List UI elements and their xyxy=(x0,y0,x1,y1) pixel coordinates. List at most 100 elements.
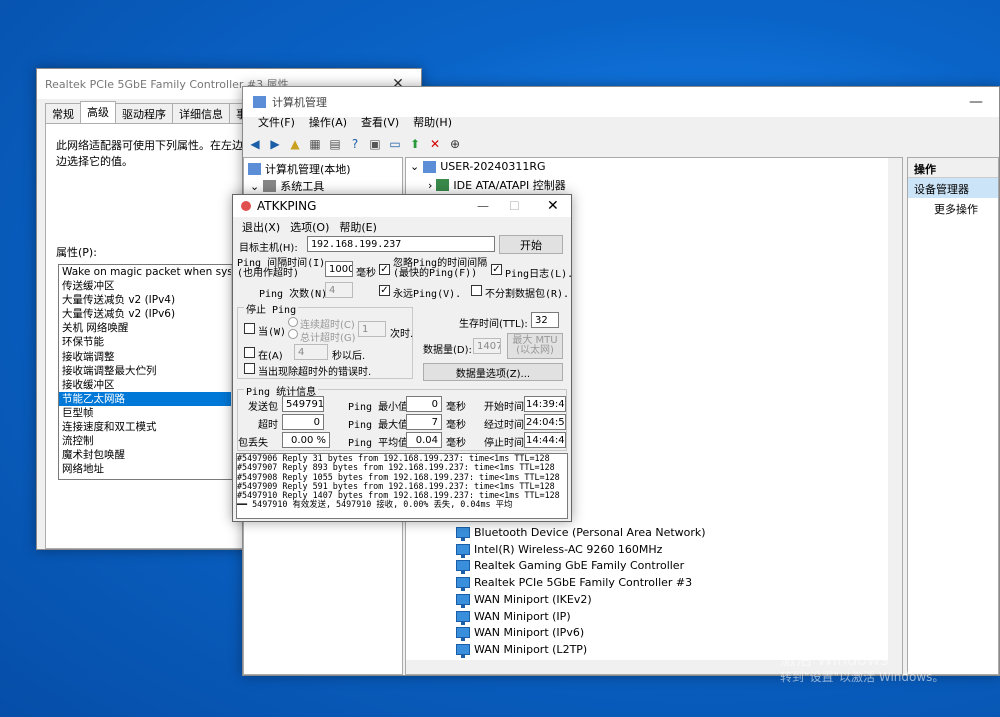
at-checkbox[interactable] xyxy=(244,347,255,358)
total-timeout-radio[interactable] xyxy=(288,329,298,339)
tab-advanced[interactable]: 高级 xyxy=(80,101,116,123)
maximize-icon[interactable]: ☐ xyxy=(509,199,520,213)
network-adapter-item[interactable]: WAN Miniport (L2TP) xyxy=(456,643,587,658)
property-item[interactable]: 环保节能 xyxy=(59,335,243,349)
timeout-count-input[interactable]: 1 xyxy=(358,321,386,337)
start-button[interactable]: 开始 xyxy=(499,235,563,254)
back-icon[interactable]: ◀ xyxy=(247,136,263,152)
chevron-right-icon: › xyxy=(428,178,433,192)
update-driver-icon[interactable]: ⬆ xyxy=(407,136,423,152)
network-adapter-item[interactable]: WAN Miniport (IKEv2) xyxy=(456,593,592,608)
view-icon[interactable]: ▣ xyxy=(367,136,383,152)
network-adapter-icon xyxy=(456,543,470,558)
property-list[interactable]: Wake on magic packet when syst 传送缓冲区 大量传送减… xyxy=(58,264,244,480)
app-icon xyxy=(241,201,251,211)
actions-header: 操作 xyxy=(908,158,998,178)
uninstall-icon[interactable]: ✕ xyxy=(427,136,443,152)
atkkping-window: ATKKPING — ☐ ✕ 退出(X) 选项(O) 帮助(E) 目标主机(H)… xyxy=(232,194,573,522)
device-list-scrollbar[interactable] xyxy=(888,158,902,660)
error-checkbox[interactable] xyxy=(244,363,255,374)
activation-watermark: 激活 Windows xyxy=(780,650,889,669)
device-root[interactable]: ⌄ USER-20240311RG xyxy=(410,160,546,173)
stop-time-label: 停止时间 xyxy=(484,438,524,449)
at-label: 在(A) xyxy=(258,351,283,362)
minimize-icon[interactable]: — xyxy=(477,199,489,213)
network-adapter-item[interactable]: Bluetooth Device (Personal Area Network) xyxy=(456,526,706,541)
network-adapter-item[interactable]: WAN Miniport (IPv6) xyxy=(456,626,584,642)
stop-time-value: 14:44:47 xyxy=(524,432,566,448)
property-item[interactable]: 接收缓冲区 xyxy=(59,378,243,392)
tools-icon xyxy=(263,180,277,192)
max-unit: 毫秒 xyxy=(446,420,466,431)
consecutive-timeout-radio[interactable] xyxy=(288,317,298,327)
max-label: Ping 最大值 xyxy=(348,420,409,431)
property-item[interactable]: 大量传送减负 v2 (IPv4) xyxy=(59,293,243,307)
ttl-input[interactable]: 32 xyxy=(531,312,559,328)
up-folder-icon[interactable]: ▲ xyxy=(287,136,303,152)
data-options-button[interactable]: 数据量选项(Z)... xyxy=(423,363,563,381)
tab-details[interactable]: 详细信息 xyxy=(172,103,230,123)
forever-checkbox[interactable]: ✓ xyxy=(379,285,390,296)
property-item[interactable]: 流控制 xyxy=(59,434,243,448)
network-adapter-label: Bluetooth Device (Personal Area Network) xyxy=(474,526,706,539)
error-label: 当出现除超时外的错误时. xyxy=(258,367,372,378)
ping-log[interactable]: #5497906 Reply 31 bytes from 192.168.199… xyxy=(236,453,568,519)
menu-file[interactable]: 文件(F) xyxy=(251,111,302,131)
scan-hardware-icon[interactable]: ⊕ xyxy=(447,136,463,152)
menu-action[interactable]: 操作(A) xyxy=(302,111,354,131)
target-host-input[interactable]: 192.168.199.237 xyxy=(307,236,495,252)
properties-icon[interactable]: ▤ xyxy=(327,136,343,152)
max-mtu-button[interactable]: 最大 MTU (以太网) xyxy=(507,333,563,359)
interval-input[interactable]: 1000 xyxy=(325,261,353,277)
actions-more[interactable]: 更多操作 xyxy=(908,198,998,217)
help-icon[interactable]: ? xyxy=(347,136,363,152)
property-item[interactable]: 网络地址 xyxy=(59,462,243,476)
network-adapter-item[interactable]: Realtek PCIe 5GbE Family Controller #3 xyxy=(456,576,692,592)
forward-icon[interactable]: ▶ xyxy=(267,136,283,152)
no-fragment-checkbox[interactable] xyxy=(471,285,482,296)
device-ide[interactable]: › IDE ATA/ATAPI 控制器 xyxy=(428,177,566,193)
count-input[interactable]: 4 xyxy=(325,282,353,298)
tab-driver[interactable]: 驱动程序 xyxy=(115,103,173,123)
network-adapter-item[interactable]: Realtek Gaming GbE Family Controller xyxy=(456,559,684,575)
timeout-label: 超时 xyxy=(258,420,278,431)
close-icon[interactable]: ✕ xyxy=(547,198,559,214)
when-checkbox[interactable] xyxy=(244,323,255,334)
property-item[interactable]: 关机 网络唤醒 xyxy=(59,321,243,335)
property-item[interactable]: Wake on magic packet when syst xyxy=(59,265,243,279)
property-item[interactable]: 接收端调整最大伫列 xyxy=(59,364,243,378)
menu-options[interactable]: 选项(O) xyxy=(285,217,334,237)
actions-device-manager[interactable]: 设备管理器 xyxy=(908,178,998,198)
forever-label: 永远Ping(V). xyxy=(393,289,462,300)
network-adapter-icon xyxy=(456,610,470,625)
property-item[interactable]: 节能乙太网路 xyxy=(59,391,243,406)
chevron-down-icon: ⌄ xyxy=(410,160,420,173)
menu-view[interactable]: 查看(V) xyxy=(354,111,406,131)
computer-icon xyxy=(248,163,261,175)
monitor-icon[interactable]: ▭ xyxy=(387,136,403,152)
tree-system-tools[interactable]: ⌄ 系统工具 xyxy=(250,178,324,194)
property-item[interactable]: 大量传送减负 v2 (IPv6) xyxy=(59,307,243,321)
property-item[interactable]: 巨型帧 xyxy=(59,406,243,420)
cm-minimize-button[interactable]: — xyxy=(953,87,999,117)
ping-log-checkbox[interactable]: ✓ xyxy=(491,264,502,275)
data-label: 数据量(D): xyxy=(423,345,472,356)
property-item[interactable]: 魔术封包唤醒 xyxy=(59,448,243,462)
property-item[interactable]: 传送缓冲区 xyxy=(59,279,243,293)
network-adapter-item[interactable]: WAN Miniport (IP) xyxy=(456,610,571,625)
menu-exit[interactable]: 退出(X) xyxy=(237,217,285,237)
data-input[interactable]: 1407 xyxy=(473,338,501,354)
ignore-interval-checkbox[interactable]: ✓ xyxy=(379,264,390,275)
menu-help[interactable]: 帮助(E) xyxy=(334,217,382,237)
min-value: 0 xyxy=(406,396,442,412)
property-item[interactable]: 连接速度和双工模式 xyxy=(59,420,243,434)
tree-root-label: 计算机管理(本地) xyxy=(265,163,351,176)
network-adapter-item[interactable]: Intel(R) Wireless-AC 9260 160MHz xyxy=(456,543,662,558)
tab-general[interactable]: 常规 xyxy=(45,103,81,123)
show-tree-icon[interactable]: ▦ xyxy=(307,136,323,152)
tree-root[interactable]: 计算机管理(本地) xyxy=(248,161,351,177)
network-adapter-icon xyxy=(456,627,470,642)
seconds-input[interactable]: 4 xyxy=(294,344,328,360)
menu-help[interactable]: 帮助(H) xyxy=(406,111,459,131)
property-item[interactable]: 接收端调整 xyxy=(59,350,243,364)
